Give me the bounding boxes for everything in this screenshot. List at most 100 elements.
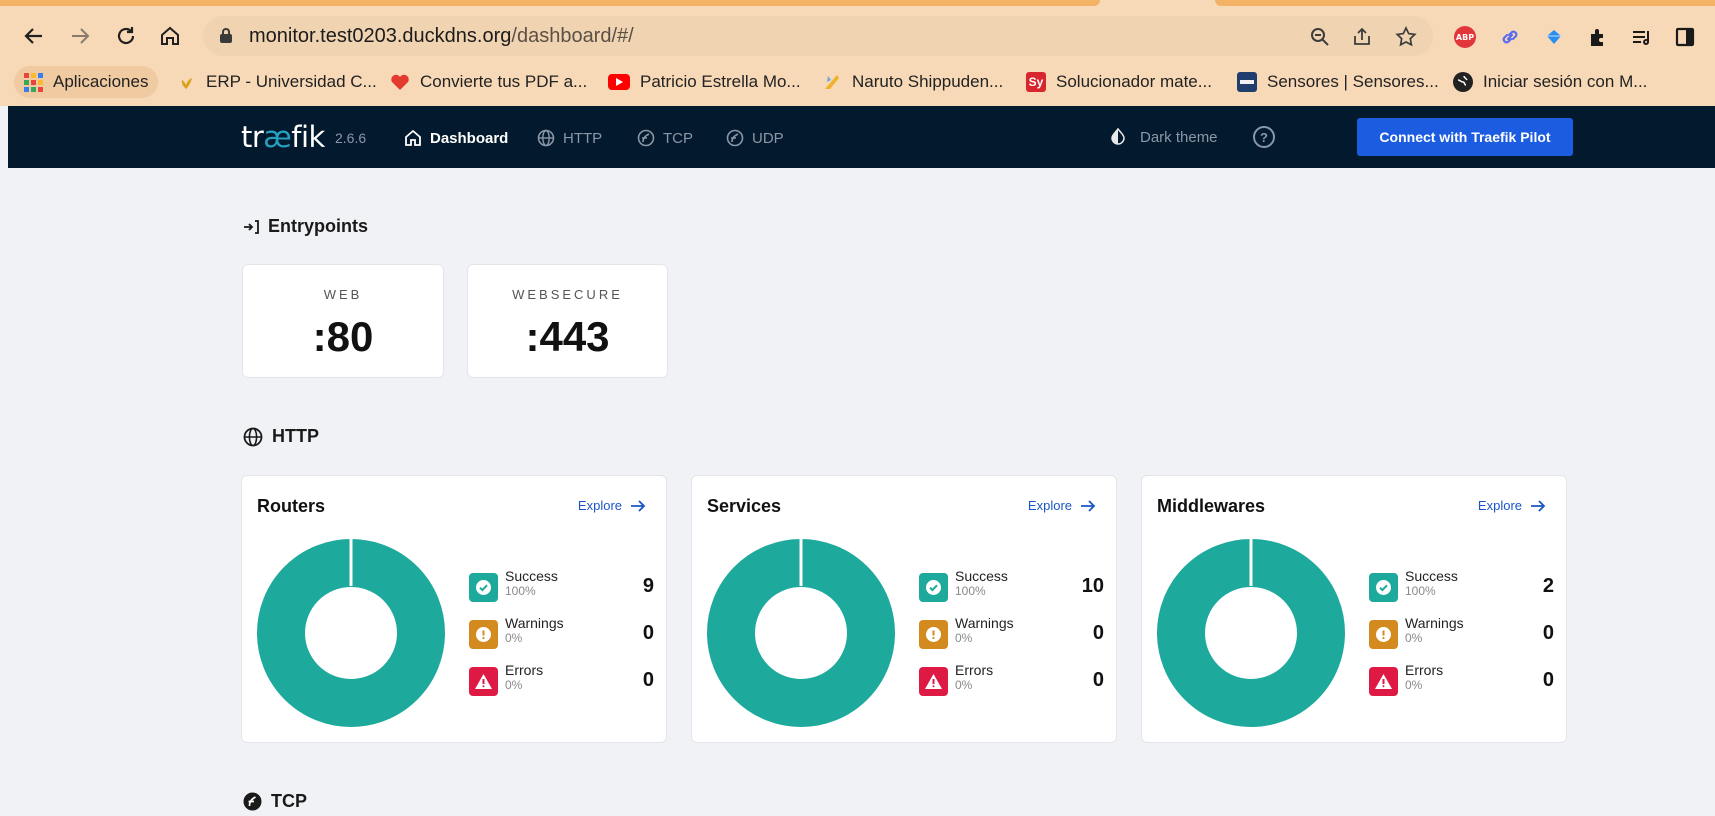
stat-count: 10 — [1081, 575, 1104, 597]
bookmark-apps[interactable]: Aplicaciones — [14, 66, 159, 98]
nav-dashboard[interactable]: Dashboard — [404, 127, 508, 149]
link-extension-icon[interactable] — [1497, 24, 1523, 50]
stat-count: 0 — [642, 669, 654, 691]
bookmark-symbolab[interactable]: Sy Solucionador mate... — [1026, 66, 1212, 98]
services-card: Services Explore Success 100% 10 Warning… — [691, 475, 1117, 743]
error-icon — [919, 667, 948, 696]
bookmark-pdf[interactable]: Convierte tus PDF a... — [390, 66, 587, 98]
bookmark-label: ERP - Universidad C... — [206, 72, 377, 91]
error-icon — [469, 667, 498, 696]
nav-label: Dashboard — [430, 129, 509, 147]
nav-label: TCP — [663, 129, 693, 147]
bookmark-youtube[interactable]: Patricio Estrella Mo... — [608, 66, 801, 98]
entrypoint-icon — [243, 219, 259, 235]
traefik-header: træfik 2.6.6 Dashboard HTTP TCP UDP Dark… — [8, 106, 1715, 168]
section-title-text: Entrypoints — [268, 216, 369, 236]
stat-count: 9 — [642, 575, 654, 597]
globe-favicon-icon — [1453, 72, 1473, 92]
home-button-icon[interactable] — [156, 22, 184, 50]
card-title: Middlewares — [1157, 496, 1266, 516]
back-icon[interactable] — [20, 22, 48, 50]
dark-theme-label: Dark theme — [1140, 128, 1218, 146]
reload-icon[interactable] — [112, 22, 140, 50]
traefik-logo[interactable]: træfik — [241, 120, 325, 154]
warning-icon — [1369, 620, 1398, 649]
stat-label: Warnings — [955, 615, 1014, 631]
stat-label: Errors — [1405, 662, 1444, 678]
zoom-icon[interactable] — [1307, 24, 1333, 50]
erp-favicon-icon — [176, 72, 196, 92]
stat-percent: 100% — [1405, 584, 1436, 598]
tcp-heading: TCP — [243, 791, 307, 812]
entrypoint-name: WEB — [323, 287, 363, 302]
address-bar[interactable]: monitor.test0203.duckdns.org/dashboard/#… — [203, 16, 1433, 56]
explore-routers-link[interactable]: Explore — [578, 498, 646, 513]
tcp-icon — [637, 129, 655, 147]
stat-percent: 0% — [1405, 631, 1423, 645]
error-icon — [1369, 667, 1398, 696]
help-icon[interactable]: ? — [1253, 126, 1275, 148]
nav-tcp[interactable]: TCP — [637, 127, 693, 149]
naruto-favicon-icon — [822, 72, 842, 92]
bookmark-naruto[interactable]: Naruto Shippuden... — [822, 66, 1003, 98]
errors-row: Errors 0% 0 — [919, 662, 1104, 698]
bookmark-erp[interactable]: ERP - Universidad C... — [176, 66, 377, 98]
explore-label: Explore — [1027, 498, 1072, 513]
url-text[interactable]: monitor.test0203.duckdns.org/dashboard/#… — [249, 25, 634, 48]
nav-label: HTTP — [563, 129, 603, 147]
stat-percent: 0% — [505, 678, 523, 692]
routers-card: Routers Explore Success 100% 9 Warnings … — [241, 475, 667, 743]
warnings-row: Warnings 0% 0 — [919, 615, 1104, 651]
warning-icon — [919, 620, 948, 649]
errors-row: Errors 0% 0 — [1369, 662, 1554, 698]
nav-http[interactable]: HTTP — [537, 127, 602, 149]
globe-icon — [243, 427, 263, 447]
bookmark-label: Sensores | Sensores... — [1267, 72, 1439, 91]
apps-grid-icon — [24, 72, 43, 92]
arrow-right-icon — [1531, 499, 1546, 512]
home-icon — [405, 129, 421, 146]
bookmark-label: Aplicaciones — [53, 72, 149, 91]
explore-label: Explore — [1477, 498, 1522, 513]
reading-list-icon[interactable] — [1629, 24, 1655, 50]
tab-strip-left — [0, 0, 1100, 6]
share-icon[interactable] — [1349, 24, 1375, 50]
stat-count: 0 — [642, 622, 654, 644]
entrypoints-heading: Entrypoints — [243, 216, 368, 237]
heart-favicon-icon — [390, 72, 410, 92]
bookmark-star-icon[interactable] — [1393, 24, 1419, 50]
extensions-puzzle-icon[interactable] — [1585, 24, 1611, 50]
nav-udp[interactable]: UDP — [726, 127, 784, 149]
tab-strip-right — [1215, 0, 1715, 6]
lock-icon[interactable] — [220, 28, 232, 43]
explore-label: Explore — [577, 498, 622, 513]
success-row: Success 100% 10 — [919, 568, 1104, 604]
stat-label: Errors — [505, 662, 544, 678]
success-row: Success 100% 2 — [1369, 568, 1554, 604]
diamond-extension-icon[interactable] — [1541, 24, 1567, 50]
udp-icon — [726, 129, 744, 147]
dark-theme-toggle[interactable]: Dark theme — [1108, 127, 1218, 147]
browser-chrome: monitor.test0203.duckdns.org/dashboard/#… — [0, 0, 1715, 106]
entrypoint-card-web: WEB :80 — [242, 264, 444, 378]
adblock-plus-icon[interactable]: ABP — [1452, 24, 1478, 50]
stat-count: 0 — [1542, 622, 1554, 644]
arrow-right-icon — [1081, 499, 1096, 512]
routers-donut-chart — [257, 539, 445, 727]
forward-icon[interactable] — [66, 22, 94, 50]
side-panel-icon[interactable] — [1672, 24, 1698, 50]
explore-middlewares-link[interactable]: Explore — [1478, 498, 1546, 513]
bookmark-label: Patricio Estrella Mo... — [640, 72, 801, 91]
stat-label: Success — [505, 568, 558, 584]
explore-services-link[interactable]: Explore — [1028, 498, 1096, 513]
stat-label: Warnings — [1405, 615, 1464, 631]
stat-label: Success — [955, 568, 1008, 584]
bookmark-sensores[interactable]: Sensores | Sensores... — [1237, 66, 1439, 98]
bookmark-login[interactable]: Iniciar sesión con M... — [1453, 66, 1647, 98]
connect-pilot-button[interactable]: Connect with Traefik Pilot — [1357, 118, 1573, 156]
middlewares-donut-chart — [1157, 539, 1345, 727]
warnings-row: Warnings 0% 0 — [469, 615, 654, 651]
stat-count: 0 — [1092, 669, 1104, 691]
tab-strip — [0, 0, 1715, 6]
card-title: Routers — [257, 496, 326, 516]
